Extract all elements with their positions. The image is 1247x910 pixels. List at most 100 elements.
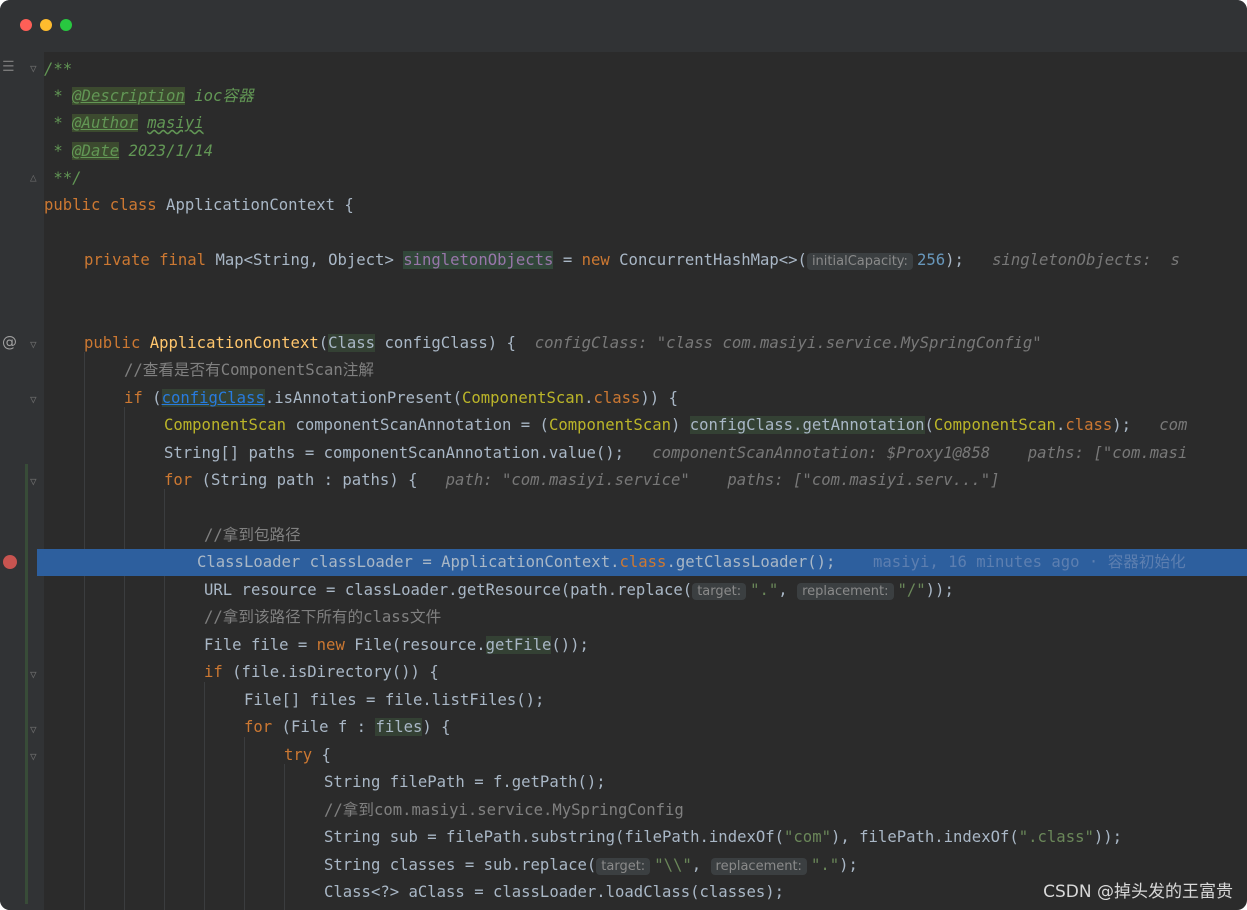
keyword: if [204,663,223,681]
code-text: , [691,856,711,874]
keyword: private final [84,251,207,269]
code-text: )); [1093,828,1123,846]
code-text: ApplicationContext { [156,196,354,214]
number-literal: 256 [916,251,946,269]
doc-render-icon[interactable]: ☰ [2,59,15,75]
code-text: URL resource = classLoader.getResource(p… [204,581,693,599]
code-line[interactable]: ComponentScan componentScanAnnotation = … [164,412,1247,439]
keyword: for [244,718,273,736]
doc-comment: ioc容器 [184,87,254,105]
code-line[interactable]: public ApplicationContext(Class configCl… [84,330,1247,357]
annotation-type: ComponentScan [933,416,1056,434]
debug-inlay-value: singletonObjects: s [992,251,1180,269]
code-line[interactable]: * @Author masiyi [44,110,1247,137]
code-line[interactable]: if (file.isDirectory()) { [204,659,1247,686]
code-line[interactable]: * @Date 2023/1/14 [44,138,1247,165]
code-text: File[] files = file.listFiles(); [244,691,545,709]
code-line[interactable]: public class ApplicationContext { [44,192,1247,219]
code-text: configClass) { [375,334,516,352]
doc-comment: masiyi [147,114,204,132]
line-comment: //查看是否有ComponentScan注解 [124,361,374,379]
fold-icon[interactable]: ▽ [30,669,40,680]
code-text: String sub = filePath.substring(filePath… [324,828,785,846]
parameter-hint: target: [596,858,651,875]
code-line[interactable]: for (File f : files) { [244,714,1247,741]
code-text: componentScanAnnotation = ( [286,416,549,434]
keyword: class [1065,416,1113,434]
debug-inlay-value: path: "com.masiyi.service" paths: ["com.… [445,471,1000,489]
current-execution-line[interactable]: ClassLoader classLoader = ApplicationCon… [37,549,1247,576]
code-line[interactable]: String[] paths = componentScanAnnotation… [164,440,1247,467]
indent-guide [84,352,85,910]
annotation-type: ComponentScan [462,389,585,407]
indent-guide [204,682,205,910]
fold-icon[interactable]: ▽ [30,339,40,350]
code-text: , [778,581,798,599]
code-line[interactable]: if (configClass.isAnnotationPresent(Comp… [124,385,1247,412]
code-text: String[] paths = componentScanAnnotation… [164,444,625,462]
code-text: ( [924,416,934,434]
code-line[interactable]: **/ [44,165,1247,192]
keyword: for [164,471,193,489]
minimize-window-button[interactable] [40,19,52,31]
annotation-type: ComponentScan [164,416,287,434]
code-text: Map<String, Object> [206,251,404,269]
code-line[interactable]: try { [284,742,1247,769]
code-text: files [375,718,423,736]
doc-comment: * [44,114,73,132]
code-text: ); [945,251,964,269]
code-line[interactable]: /** [44,56,1247,83]
string-literal: "/" [897,581,926,599]
code-line[interactable]: String filePath = f.getPath(); [324,769,1247,796]
maximize-window-button[interactable] [60,19,72,31]
code-line[interactable]: private final Map<String, Object> single… [84,247,1247,274]
close-window-button[interactable] [20,19,32,31]
doc-comment: /** [44,60,73,78]
code-line[interactable]: File[] files = file.listFiles(); [244,687,1247,714]
editor-gutter[interactable]: ☰ ▽ △ @ ▽ ▽ ▽ ▽ ▽ ▽ [0,52,44,910]
code-text: ClassLoader classLoader = ApplicationCon… [197,553,620,571]
code-text: ConcurrentHashMap<>( [609,251,807,269]
method-name: ApplicationContext [149,334,319,352]
code-text: )) { [640,389,678,407]
parameter-hint: initialCapacity: [806,253,913,270]
doc-comment: 2023/1/14 [119,142,214,160]
doc-tag: @Author [72,114,138,132]
fold-icon[interactable]: ▽ [30,394,40,405]
keyword: public class [44,196,157,214]
code-line[interactable]: //拿到com.masiyi.service.MySpringConfig [324,797,1247,824]
code-line[interactable]: URL resource = classLoader.getResource(p… [204,577,1247,604]
indent-guide [244,737,245,910]
fold-icon[interactable]: △ [30,172,40,183]
variable-link[interactable]: configClass [161,389,265,407]
code-text: . [1055,416,1066,434]
code-editor[interactable]: /** * @Description ioc容器 * @Author masiy… [37,52,1247,910]
code-text: File(resource. [344,636,486,654]
code-text: File file = [204,636,317,654]
code-line[interactable]: //拿到包路径 [204,522,1247,549]
code-text: = [553,251,582,269]
implementations-icon[interactable]: @ [2,333,17,351]
fold-icon[interactable]: ▽ [30,63,40,74]
fold-icon[interactable]: ▽ [30,724,40,735]
line-comment: //拿到该路径下所有的class文件 [204,608,442,626]
code-text: getFile [485,636,552,654]
fold-icon[interactable]: ▽ [30,476,40,487]
line-comment: //拿到com.masiyi.service.MySpringConfig [324,801,684,819]
code-line[interactable]: //拿到该路径下所有的class文件 [204,604,1247,631]
debug-inlay-value: componentScanAnnotation: $Proxy1@858 pat… [652,444,1188,462]
code-line[interactable]: * @Description ioc容器 [44,83,1247,110]
fold-icon[interactable]: ▽ [30,751,40,762]
vcs-change-marker[interactable] [25,464,28,904]
code-text: .isAnnotationPresent( [264,389,462,407]
code-line[interactable]: //查看是否有ComponentScan注解 [124,357,1247,384]
code-line[interactable]: for (String path : paths) { path: "com.m… [164,467,1247,494]
code-text: (File f : [272,718,376,736]
breakpoint-icon[interactable] [3,555,17,569]
code-line[interactable]: String classes = sub.replace(target: "\\"… [324,852,1247,879]
code-text: String filePath = f.getPath(); [324,773,606,791]
keyword: new [316,636,345,654]
code-line[interactable]: String sub = filePath.substring(filePath… [324,824,1247,851]
code-text: { [312,746,331,764]
code-line[interactable]: File file = new File(resource.getFile())… [204,632,1247,659]
